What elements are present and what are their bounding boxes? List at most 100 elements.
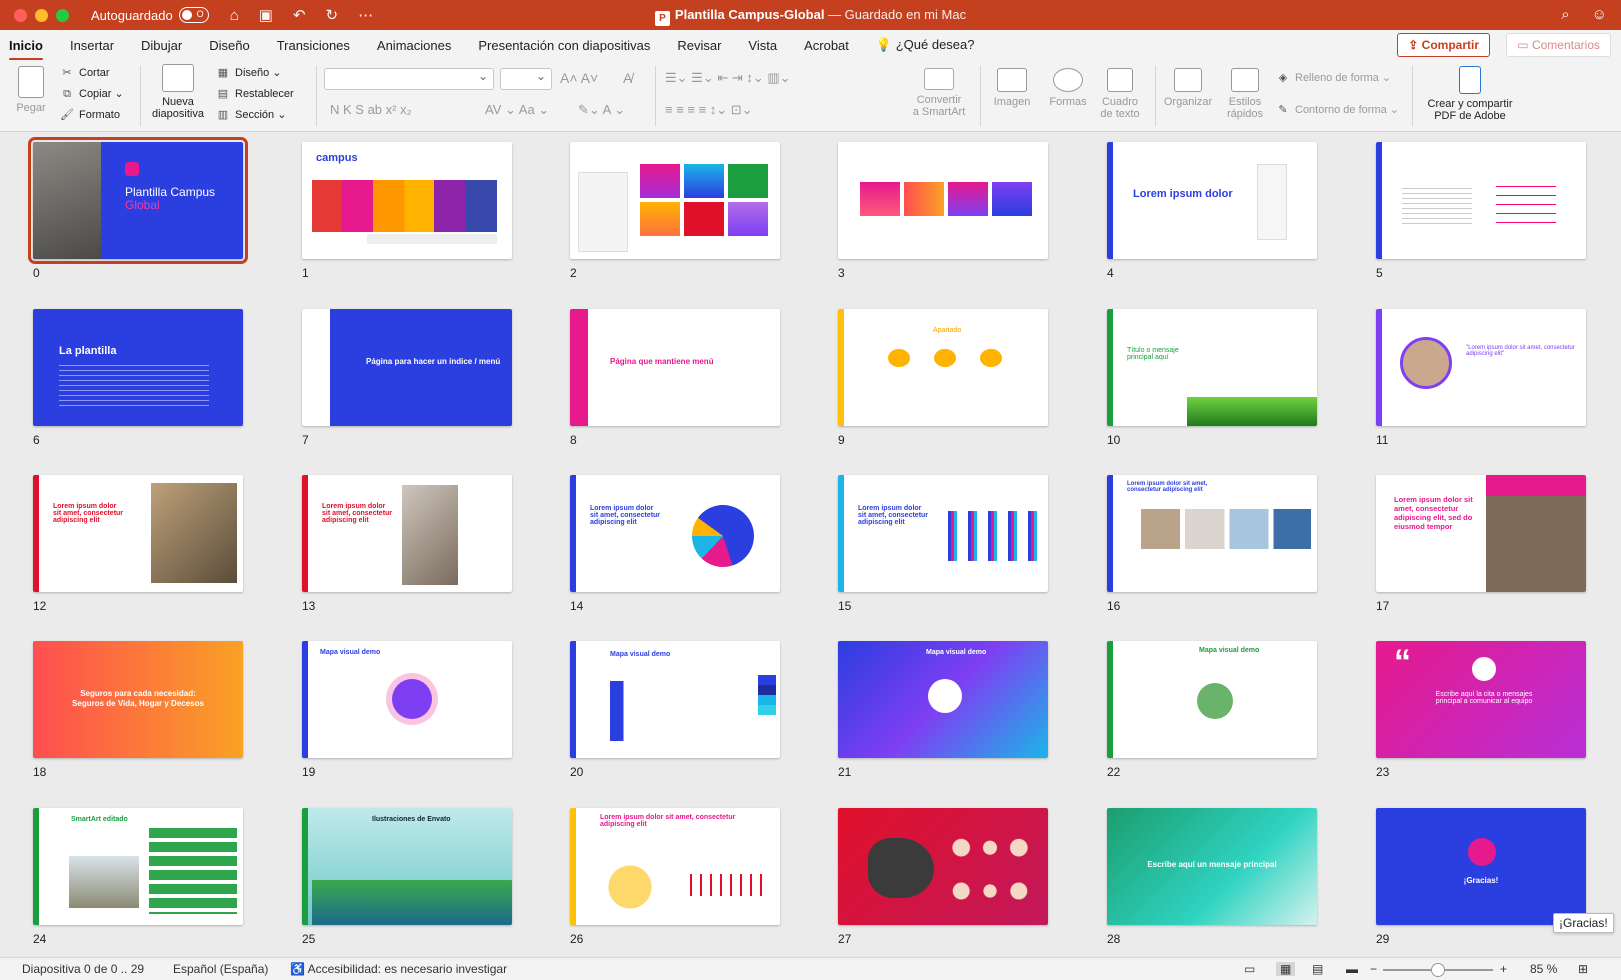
tab-transiciones[interactable]: Transiciones: [277, 33, 350, 58]
save-icon[interactable]: ▣: [259, 6, 273, 24]
slide-number: 12: [33, 599, 47, 613]
char-spacing-icon[interactable]: AV ⌄ Aa ⌄: [485, 102, 549, 118]
slide-thumbnail-18[interactable]: Seguros para cada necesidad: Seguros de V…: [33, 641, 243, 758]
slide-thumbnail-7[interactable]: Página para hacer un índice / menú: [302, 309, 512, 426]
tab-acrobat[interactable]: Acrobat: [804, 33, 849, 58]
slide-thumbnail-26[interactable]: Lorem ipsum dolor sit amet, consectetur …: [570, 808, 780, 925]
more-icon[interactable]: ⋯: [358, 6, 373, 24]
menu-strip: [302, 309, 330, 426]
slide-thumbnail-6[interactable]: La plantilla: [33, 309, 243, 426]
zoom-out-button[interactable]: −: [1370, 962, 1377, 976]
layout-button[interactable]: ▦ Diseño ⌄: [216, 66, 282, 79]
zoom-level[interactable]: 85 %: [1530, 962, 1557, 976]
image-button[interactable]: Imagen: [990, 68, 1034, 108]
sorter-view-icon[interactable]: ▦: [1276, 962, 1296, 976]
slide-18-title: Seguros para cada necesidad: Seguros de V…: [72, 689, 204, 708]
side-strip: [570, 641, 576, 758]
autosave-toggle[interactable]: O: [178, 7, 209, 23]
new-slide-button[interactable]: Nueva diapositiva: [146, 64, 210, 120]
reading-view-icon[interactable]: ▤: [1312, 962, 1323, 976]
slide-thumbnail-28[interactable]: Escribe aquí un mensaje principal: [1107, 808, 1317, 925]
adobe-pdf-button[interactable]: Crear y compartir PDF de Adobe: [1420, 66, 1520, 122]
slide-thumbnail-22[interactable]: Mapa visual demo: [1107, 641, 1317, 758]
smiley-icon[interactable]: ☺: [1592, 6, 1607, 23]
font-family-select[interactable]: [324, 68, 494, 90]
slide-thumbnail-3[interactable]: [838, 142, 1048, 259]
comments-button[interactable]: ▭ Comentarios: [1506, 33, 1611, 57]
share-button[interactable]: ⇪ Compartir: [1397, 33, 1490, 57]
slide-thumbnail-9[interactable]: Apartado: [838, 309, 1048, 426]
tab-vista[interactable]: Vista: [748, 33, 777, 58]
shape-fill-button[interactable]: ◈ Relleno de forma ⌄: [1276, 71, 1391, 84]
normal-view-icon[interactable]: ▭: [1244, 962, 1255, 976]
shapes-button[interactable]: Formas: [1046, 68, 1090, 108]
slide-thumbnail-16[interactable]: Lorem ipsum dolor sit amet, consectetur …: [1107, 475, 1317, 592]
accessibility-status[interactable]: ♿ Accesibilidad: es necesario investigar: [290, 962, 507, 976]
tab-animaciones[interactable]: Animaciones: [377, 33, 451, 58]
minimize-window-button[interactable]: [35, 8, 48, 22]
copy-button[interactable]: ⧉ Copiar ⌄: [60, 87, 124, 101]
scissors-icon: ✂: [62, 67, 72, 79]
close-window-button[interactable]: [14, 8, 27, 22]
tab-presentacion[interactable]: Presentación con diapositivas: [478, 33, 650, 58]
tab-insertar[interactable]: Insertar: [70, 33, 114, 58]
paste-button[interactable]: Pegar: [10, 66, 52, 114]
zoom-window-button[interactable]: [56, 8, 69, 22]
fit-window-icon[interactable]: ⊞: [1578, 962, 1588, 976]
slide-thumbnail-15[interactable]: Lorem ipsum dolor sit amet, consectetur …: [838, 475, 1048, 592]
slide-thumbnail-10[interactable]: Título o mensaje principal aquí: [1107, 309, 1317, 426]
slide-thumbnail-23[interactable]: “ Escribe aquí la cita o mensajes princi…: [1376, 641, 1586, 758]
align-icons[interactable]: ≡ ≡ ≡ ≡ ↕⌄ ⊡⌄: [665, 102, 753, 118]
language-indicator[interactable]: Español (España): [173, 962, 268, 976]
slide-thumbnail-11[interactable]: "Lorem ipsum dolor sit amet, consectetur…: [1376, 309, 1586, 426]
home-icon[interactable]: ⌂: [230, 7, 239, 24]
redo-icon[interactable]: ↻: [326, 6, 339, 24]
slide-thumbnail-17[interactable]: Lorem ipsum dolor sit amet, consectetur …: [1376, 475, 1586, 592]
slide-thumbnail-24[interactable]: SmartArt editado: [33, 808, 243, 925]
tab-que-desea[interactable]: 💡 ¿Qué desea?: [876, 32, 975, 58]
slide-thumbnail-0[interactable]: Plantilla Campus Global: [28, 137, 248, 264]
slide-thumbnail-21[interactable]: Mapa visual demo: [838, 641, 1048, 758]
tab-inicio[interactable]: Inicio: [9, 33, 43, 61]
font-grow-buttons[interactable]: A˄ A˅: [560, 70, 598, 86]
copy-label: Copiar: [79, 88, 112, 100]
tab-diseno[interactable]: Diseño: [209, 33, 249, 58]
slide-number: 28: [1107, 932, 1121, 946]
shape-outline-button[interactable]: ✎ Contorno de forma ⌄: [1276, 103, 1399, 116]
zoom-in-button[interactable]: +: [1500, 962, 1507, 976]
tab-revisar[interactable]: Revisar: [677, 33, 721, 58]
highlight-icon[interactable]: ✎⌄ A ⌄: [578, 102, 625, 118]
font-style-buttons[interactable]: N K S ab x² x₂: [330, 102, 412, 117]
slide-thumbnail-8[interactable]: Página que mantiene menú: [570, 309, 780, 426]
font-size-select[interactable]: [500, 68, 552, 90]
presenter-view-icon[interactable]: ▬: [1346, 962, 1358, 976]
slide-thumbnail-20[interactable]: Mapa visual demo: [570, 641, 780, 758]
slide-thumbnail-19[interactable]: Mapa visual demo: [302, 641, 512, 758]
slide-thumbnail-2[interactable]: [570, 142, 780, 259]
document-status[interactable]: — Guardado en mi Mac: [828, 7, 966, 22]
quick-styles-button[interactable]: Estilos rápidos: [1220, 68, 1270, 120]
undo-icon[interactable]: ↶: [293, 6, 306, 24]
slide-thumbnail-29[interactable]: ¡Gracias!: [1376, 808, 1586, 925]
zoom-slider-handle[interactable]: [1431, 963, 1445, 977]
cut-button[interactable]: ✂ Cortar: [60, 66, 109, 79]
slide-thumbnail-27[interactable]: [838, 808, 1048, 925]
slide-21-title: Mapa visual demo: [926, 649, 987, 656]
search-icon[interactable]: ⌕: [1561, 6, 1569, 23]
reset-button[interactable]: ▤ Restablecer: [216, 87, 294, 100]
clear-format-icon[interactable]: A̸: [623, 70, 632, 86]
arrange-button[interactable]: Organizar: [1160, 68, 1216, 108]
format-painter-button[interactable]: 🖌 Formato: [60, 108, 120, 121]
slide-thumbnail-13[interactable]: Lorem ipsum dolor sit amet, consectetur …: [302, 475, 512, 592]
section-button[interactable]: ▥ Sección ⌄: [216, 108, 287, 121]
tab-dibujar[interactable]: Dibujar: [141, 33, 182, 58]
textbox-button[interactable]: Cuadro de texto: [1094, 68, 1146, 120]
slide-thumbnail-25[interactable]: Ilustraciones de Envato: [302, 808, 512, 925]
bullets-icon[interactable]: ☰⌄ ☰⌄ ⇤ ⇥ ↕⌄ ▥⌄: [665, 70, 791, 86]
slide-thumbnail-4[interactable]: Lorem ipsum dolor: [1107, 142, 1317, 259]
slide-thumbnail-14[interactable]: Lorem ipsum dolor sit amet, consectetur …: [570, 475, 780, 592]
slide-thumbnail-12[interactable]: Lorem ipsum dolor sit amet, consectetur …: [33, 475, 243, 592]
slide-thumbnail-1[interactable]: campus: [302, 142, 512, 259]
smartart-button[interactable]: Convertir a SmartArt: [906, 68, 972, 118]
slide-thumbnail-5[interactable]: [1376, 142, 1586, 259]
